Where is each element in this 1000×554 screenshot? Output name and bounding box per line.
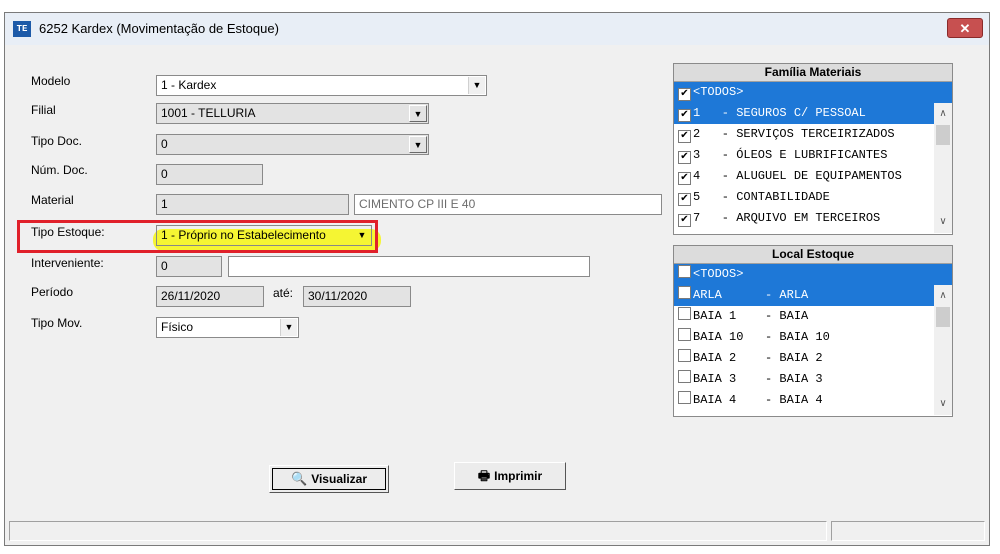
tipo-mov-value: Físico bbox=[161, 320, 194, 334]
imprimir-button[interactable]: 🖶 Imprimir bbox=[454, 462, 566, 490]
periodo-label: Período bbox=[31, 285, 74, 299]
material-label: Material bbox=[31, 193, 74, 207]
chevron-down-icon[interactable]: ▼ bbox=[468, 77, 485, 94]
local-item-label: BAIA 4 - BAIA 4 bbox=[693, 393, 823, 407]
window-title: 6252 Kardex (Movimentação de Estoque) bbox=[39, 21, 279, 36]
local-scrollbar[interactable]: ∧ ∨ bbox=[934, 285, 952, 415]
local-item-label: BAIA 1 - BAIA bbox=[693, 309, 809, 323]
periodo-start-field[interactable]: 26/11/2020 bbox=[156, 286, 264, 307]
checkbox[interactable] bbox=[678, 286, 691, 299]
interveniente-code-field[interactable]: 0 bbox=[156, 256, 222, 277]
familia-item-label: 3 - ÓLEOS E LUBRIFICANTES bbox=[693, 148, 888, 162]
filial-label: Filial bbox=[31, 103, 56, 117]
familia-item-label: 1 - SEGUROS C/ PESSOAL bbox=[693, 106, 866, 120]
visualizar-button[interactable]: 🔍 Visualizar bbox=[269, 465, 389, 493]
material-code-field[interactable]: 1 bbox=[156, 194, 349, 215]
filial-select[interactable]: 1001 - TELLURIA ▼ bbox=[156, 103, 429, 124]
familia-item[interactable]: ✔ 7 - ARQUIVO EM TERCEIROS bbox=[674, 208, 880, 229]
tipo-mov-label: Tipo Mov. bbox=[31, 316, 83, 330]
filial-value: 1001 - TELLURIA bbox=[161, 106, 256, 120]
local-item-label: ARLA - ARLA bbox=[693, 288, 809, 302]
scroll-down-icon[interactable]: ∨ bbox=[934, 395, 952, 413]
checkbox[interactable]: ✔ bbox=[678, 214, 691, 227]
scroll-down-icon[interactable]: ∨ bbox=[934, 213, 952, 231]
ate-label: até: bbox=[273, 286, 294, 300]
local-item[interactable]: BAIA 3 - BAIA 3 bbox=[674, 369, 823, 390]
familia-item-label: 5 - CONTABILIDADE bbox=[693, 190, 830, 204]
local-item-label: BAIA 2 - BAIA 2 bbox=[693, 351, 823, 365]
chevron-down-icon[interactable]: ▼ bbox=[409, 136, 427, 153]
app-logo-icon: TE bbox=[13, 21, 31, 37]
local-item[interactable]: BAIA 2 - BAIA 2 bbox=[674, 348, 823, 369]
interveniente-label: Interveniente: bbox=[31, 256, 104, 270]
tipo-doc-label: Tipo Doc. bbox=[31, 134, 82, 148]
local-item[interactable]: BAIA 4 - BAIA 4 bbox=[674, 390, 823, 411]
modelo-value: 1 - Kardex bbox=[161, 78, 217, 92]
local-header: Local Estoque bbox=[674, 246, 952, 264]
checkbox[interactable]: ✔ bbox=[678, 172, 691, 185]
scroll-up-icon[interactable]: ∧ bbox=[934, 287, 952, 305]
checkbox[interactable]: ✔ bbox=[678, 130, 691, 143]
chevron-down-icon[interactable]: ▼ bbox=[354, 227, 370, 244]
status-bar bbox=[9, 521, 985, 541]
familia-item-label: <TODOS> bbox=[693, 85, 744, 99]
tipo-estoque-select[interactable]: 1 - Próprio no Estabelecimento ▼ bbox=[156, 225, 372, 246]
familia-materiais-panel: Família Materiais ✔ <TODOS> ✔ 1 - SEGUROS … bbox=[673, 63, 953, 235]
num-doc-field[interactable]: 0 bbox=[156, 164, 263, 185]
familia-scrollbar[interactable]: ∧ ∨ bbox=[934, 103, 952, 233]
familia-item[interactable]: ✔ 5 - CONTABILIDADE bbox=[674, 187, 830, 208]
local-item[interactable]: ARLA - ARLA bbox=[674, 285, 934, 306]
scroll-thumb[interactable] bbox=[936, 307, 950, 327]
modelo-select[interactable]: 1 - Kardex ▼ bbox=[156, 75, 487, 96]
chevron-down-icon[interactable]: ▼ bbox=[280, 319, 297, 336]
status-cell-right bbox=[831, 521, 985, 541]
familia-item-label: 2 - SERVIÇOS TERCEIRIZADOS bbox=[693, 127, 895, 141]
checkbox[interactable]: ✔ bbox=[678, 88, 691, 101]
local-item[interactable]: BAIA 10 - BAIA 10 bbox=[674, 327, 830, 348]
title-bar: TE 6252 Kardex (Movimentação de Estoque)… bbox=[5, 13, 989, 45]
checkbox[interactable] bbox=[678, 349, 691, 362]
familia-header: Família Materiais bbox=[674, 64, 952, 82]
periodo-end-field[interactable]: 30/11/2020 bbox=[303, 286, 411, 307]
tipo-estoque-label: Tipo Estoque: bbox=[31, 225, 105, 239]
printer-icon: 🖶 bbox=[477, 468, 491, 483]
checkbox[interactable] bbox=[678, 391, 691, 404]
close-button[interactable]: ✕ bbox=[947, 18, 983, 38]
checkbox[interactable] bbox=[678, 328, 691, 341]
modelo-label: Modelo bbox=[31, 74, 71, 88]
familia-item[interactable]: ✔ 3 - ÓLEOS E LUBRIFICANTES bbox=[674, 145, 887, 166]
checkbox[interactable] bbox=[678, 370, 691, 383]
scroll-up-icon[interactable]: ∧ bbox=[934, 105, 952, 123]
local-item-label: <TODOS> bbox=[693, 267, 744, 281]
tipo-estoque-value: 1 - Próprio no Estabelecimento bbox=[161, 228, 326, 242]
material-description-field: CIMENTO CP III E 40 bbox=[354, 194, 662, 215]
local-item[interactable]: BAIA 1 - BAIA bbox=[674, 306, 808, 327]
familia-item[interactable]: ✔ 2 - SERVIÇOS TERCEIRIZADOS bbox=[674, 124, 895, 145]
local-item[interactable]: <TODOS> bbox=[674, 264, 952, 285]
familia-item-label: 4 - ALUGUEL DE EQUIPAMENTOS bbox=[693, 169, 902, 183]
checkbox[interactable]: ✔ bbox=[678, 109, 691, 122]
imprimir-label: Imprimir bbox=[494, 469, 543, 483]
familia-item[interactable]: ✔ <TODOS> bbox=[674, 82, 952, 103]
status-cell-main bbox=[9, 521, 827, 541]
familia-item[interactable]: ✔ 1 - SEGUROS C/ PESSOAL bbox=[674, 103, 934, 124]
local-estoque-panel: Local Estoque <TODOS> ARLA - ARLA BAIA 1… bbox=[673, 245, 953, 417]
kardex-window: TE 6252 Kardex (Movimentação de Estoque)… bbox=[4, 12, 990, 546]
familia-item[interactable]: ✔ 4 - ALUGUEL DE EQUIPAMENTOS bbox=[674, 166, 902, 187]
local-item-label: BAIA 3 - BAIA 3 bbox=[693, 372, 823, 386]
checkbox[interactable]: ✔ bbox=[678, 151, 691, 164]
tipo-mov-select[interactable]: Físico ▼ bbox=[156, 317, 299, 338]
interveniente-description-field[interactable] bbox=[228, 256, 590, 277]
scroll-thumb[interactable] bbox=[936, 125, 950, 145]
tipo-doc-select[interactable]: 0 ▼ bbox=[156, 134, 429, 155]
local-item-label: BAIA 10 - BAIA 10 bbox=[693, 330, 830, 344]
checkbox[interactable] bbox=[678, 265, 691, 278]
num-doc-label: Núm. Doc. bbox=[31, 163, 88, 177]
familia-item-label: 7 - ARQUIVO EM TERCEIROS bbox=[693, 211, 881, 225]
checkbox[interactable]: ✔ bbox=[678, 193, 691, 206]
checkbox[interactable] bbox=[678, 307, 691, 320]
chevron-down-icon[interactable]: ▼ bbox=[409, 105, 427, 122]
tipo-doc-value: 0 bbox=[161, 137, 168, 151]
focus-rect bbox=[272, 468, 386, 490]
